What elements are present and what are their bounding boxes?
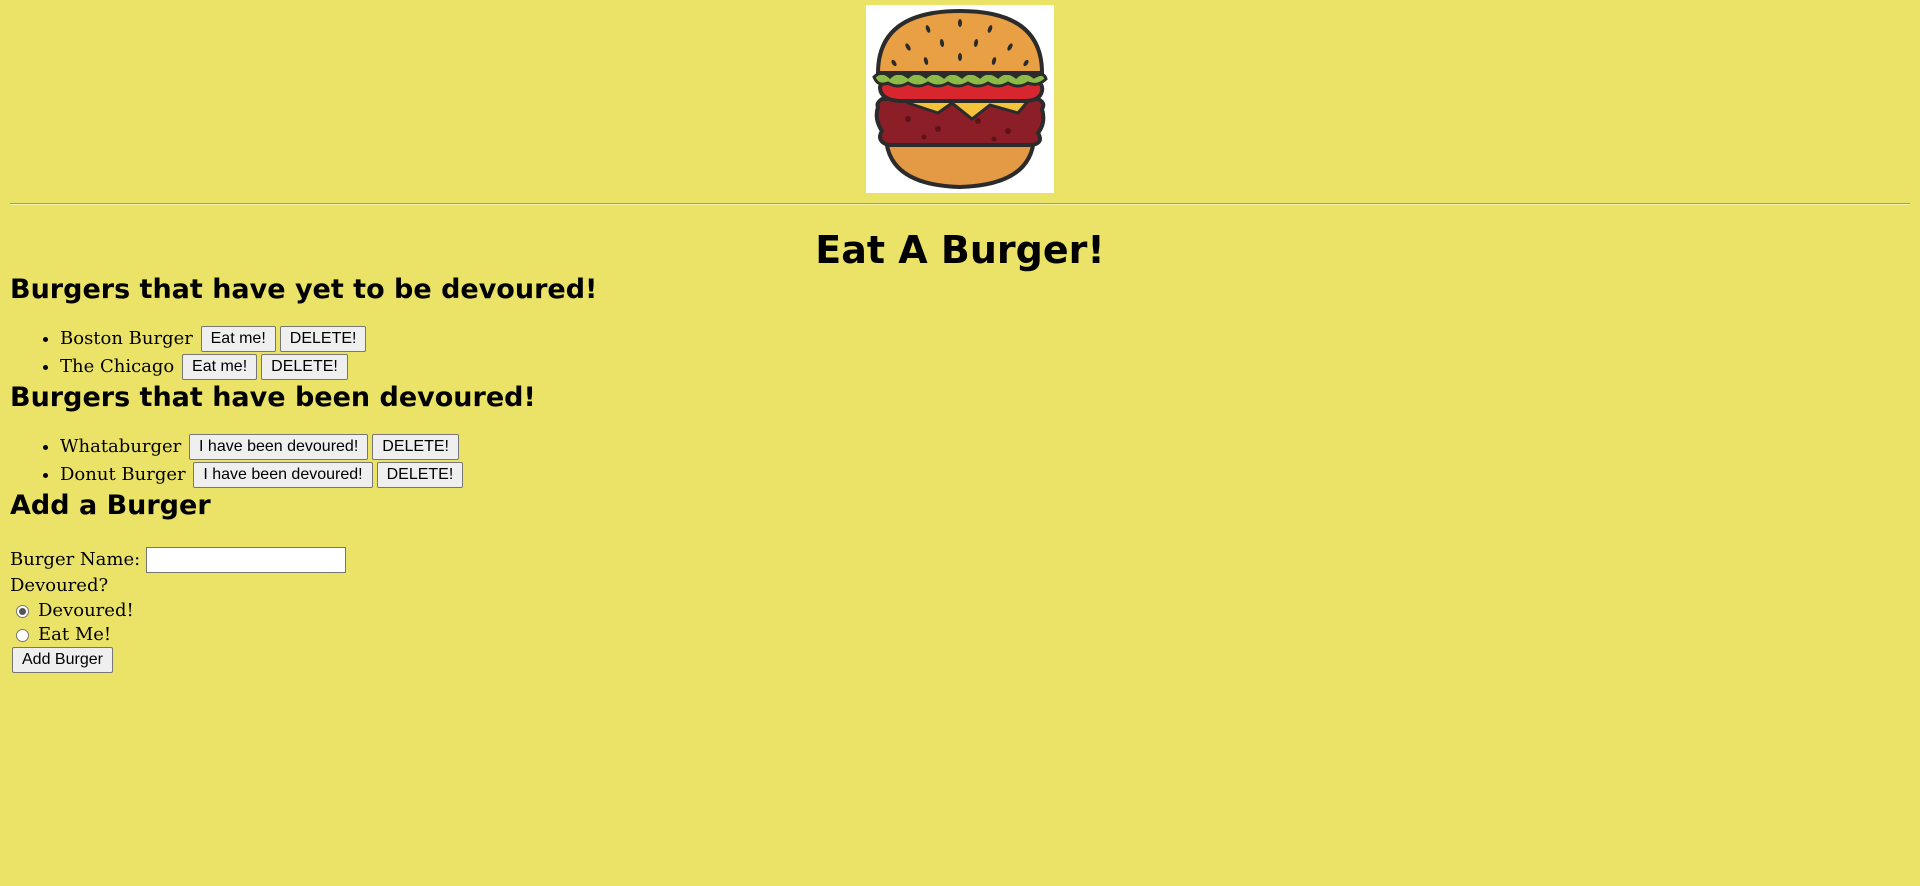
burger-name-label: Burger Name:: [10, 549, 141, 570]
radio-label-devoured: Devoured!: [38, 600, 134, 621]
burger-logo: [866, 5, 1054, 193]
add-burger-form: Burger Name: Devoured? Devoured! Eat Me!…: [10, 547, 1910, 673]
burger-name: Donut Burger: [60, 464, 186, 485]
radio-label-eat-me: Eat Me!: [38, 624, 112, 645]
delete-button[interactable]: DELETE!: [376, 462, 464, 488]
radio-option-eat-me[interactable]: Eat Me!: [10, 623, 1910, 647]
uneaten-heading: Burgers that have yet to be devoured!: [10, 274, 598, 305]
list-item: Whataburger I have been devoured!DELETE!: [60, 433, 1910, 461]
eaten-heading: Burgers that have been devoured!: [10, 382, 536, 413]
add-burger-button[interactable]: Add Burger: [12, 647, 113, 673]
burger-name-input[interactable]: [145, 547, 346, 573]
header-divider: [10, 203, 1910, 205]
eat-me-button[interactable]: Eat me!: [200, 326, 276, 352]
eat-me-button[interactable]: Eat me!: [182, 354, 258, 380]
delete-button[interactable]: DELETE!: [372, 434, 459, 460]
page-title: Eat A Burger!: [815, 228, 1105, 272]
devoured-button[interactable]: I have been devoured!: [189, 434, 369, 460]
burger-icon: [872, 8, 1048, 190]
list-item: Donut Burger I have been devoured!DELETE…: [60, 461, 1910, 489]
devoured-label: Devoured?: [10, 575, 109, 596]
page: Eat A Burger! Burgers that have yet to b…: [0, 0, 1920, 673]
list-item: The Chicago Eat me!DELETE!: [60, 353, 1910, 381]
radio-devoured[interactable]: [16, 604, 29, 618]
burger-name: The Chicago: [60, 356, 175, 377]
list-item: Boston Burger Eat me!DELETE!: [60, 325, 1910, 353]
devoured-button[interactable]: I have been devoured!: [193, 462, 373, 488]
radio-option-devoured[interactable]: Devoured!: [10, 599, 1910, 623]
name-row: Burger Name:: [10, 547, 1910, 573]
burger-name: Whataburger: [60, 436, 182, 457]
uneaten-list: Boston Burger Eat me!DELETE! The Chicago…: [10, 325, 1910, 381]
burger-name: Boston Burger: [60, 328, 193, 349]
radio-eat-me[interactable]: [16, 628, 29, 642]
logo-wrap: [10, 0, 1910, 193]
add-burger-heading: Add a Burger: [10, 490, 211, 521]
eaten-list: Whataburger I have been devoured!DELETE!…: [10, 433, 1910, 489]
delete-button[interactable]: DELETE!: [279, 326, 367, 352]
delete-button[interactable]: DELETE!: [261, 354, 348, 380]
